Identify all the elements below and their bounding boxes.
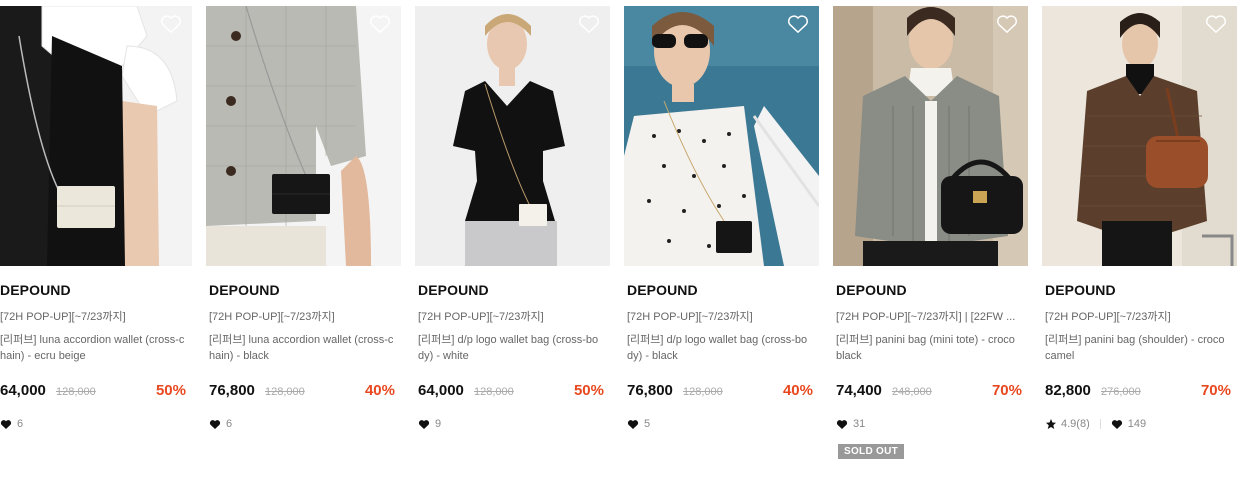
sale-price: 76,800 bbox=[627, 382, 673, 399]
original-price: 128,000 bbox=[56, 386, 96, 398]
product-name[interactable]: [리퍼브] d/p logo wallet bag (cross-body) -… bbox=[627, 332, 813, 364]
likes: 6 bbox=[0, 418, 23, 430]
rating-score: 4.9 bbox=[1061, 418, 1077, 430]
brand-name[interactable]: DEPOUND bbox=[836, 282, 907, 298]
sold-out-badge: SOLD OUT bbox=[838, 444, 905, 459]
original-price: 128,000 bbox=[683, 386, 723, 398]
likes: 31 bbox=[836, 418, 865, 430]
heart-outline-icon[interactable] bbox=[160, 14, 182, 34]
product-card[interactable]: DEPOUND [72H POP-UP][~7/23까지] [리퍼브] luna… bbox=[206, 6, 401, 476]
sale-price: 74,400 bbox=[836, 382, 882, 399]
brand-name[interactable]: DEPOUND bbox=[627, 282, 698, 298]
brand-name[interactable]: DEPOUND bbox=[209, 282, 280, 298]
brand-name[interactable]: DEPOUND bbox=[0, 282, 71, 298]
heart-outline-icon[interactable] bbox=[578, 14, 600, 34]
discount-rate: 50% bbox=[573, 382, 604, 399]
product-card[interactable]: DEPOUND [72H POP-UP][~7/23까지] [리퍼브] d/p … bbox=[624, 6, 819, 476]
discount-rate: 70% bbox=[1200, 382, 1231, 399]
product-card[interactable]: DEPOUND [72H POP-UP][~7/23까지] [리퍼브] d/p … bbox=[415, 6, 610, 476]
promo-text: [72H POP-UP][~7/23까지] bbox=[418, 311, 544, 323]
promo-text: [72H POP-UP][~7/23까지] bbox=[0, 311, 126, 323]
heart-filled-icon bbox=[418, 419, 430, 429]
likes: 4.9 (8) 149 bbox=[1045, 418, 1146, 430]
product-photo[interactable] bbox=[1042, 6, 1237, 266]
original-price: 128,000 bbox=[474, 386, 514, 398]
heart-filled-icon bbox=[627, 419, 639, 429]
discount-rate: 50% bbox=[155, 382, 186, 399]
likes-count: 5 bbox=[644, 418, 651, 430]
divider bbox=[1099, 419, 1101, 429]
promo-text: [72H POP-UP][~7/23까지] | [22FW ... bbox=[836, 311, 1016, 323]
product-grid: DEPOUND [72H POP-UP][~7/23까지] [리퍼브] luna… bbox=[0, 6, 1244, 488]
promo-text: [72H POP-UP][~7/23까지] bbox=[627, 311, 753, 323]
product-card[interactable]: DEPOUND [72H POP-UP][~7/23까지] [리퍼브] pani… bbox=[1042, 6, 1237, 476]
heart-outline-icon[interactable] bbox=[996, 14, 1018, 34]
product-card[interactable]: DEPOUND [72H POP-UP][~7/23까지] | [22FW ..… bbox=[833, 6, 1028, 476]
product-name[interactable]: [리퍼브] d/p logo wallet bag (cross-body) -… bbox=[418, 332, 604, 364]
star-icon bbox=[1046, 419, 1056, 429]
likes-count: 9 bbox=[435, 418, 442, 430]
product-photo[interactable] bbox=[833, 6, 1028, 266]
brand-name[interactable]: DEPOUND bbox=[1045, 282, 1116, 298]
rating: 4.9 (8) bbox=[1045, 418, 1090, 430]
brand-name[interactable]: DEPOUND bbox=[418, 282, 489, 298]
original-price: 128,000 bbox=[265, 386, 305, 398]
heart-filled-icon bbox=[1111, 419, 1122, 429]
promo-text: [72H POP-UP][~7/23까지] bbox=[209, 311, 335, 323]
product-name[interactable]: [리퍼브] luna accordion wallet (cross-chain… bbox=[0, 332, 186, 364]
likes-count: 31 bbox=[853, 418, 866, 430]
product-name[interactable]: [리퍼브] luna accordion wallet (cross-chain… bbox=[209, 332, 395, 364]
rating-count: (8) bbox=[1076, 418, 1090, 430]
product-name[interactable]: [리퍼브] panini bag (shoulder) - croco came… bbox=[1045, 332, 1231, 364]
discount-rate: 70% bbox=[991, 382, 1022, 399]
heart-filled-icon bbox=[836, 419, 848, 429]
discount-rate: 40% bbox=[782, 382, 813, 399]
heart-filled-icon bbox=[209, 419, 221, 429]
original-price: 276,000 bbox=[1101, 386, 1141, 398]
product-name[interactable]: [리퍼브] panini bag (mini tote) - croco bla… bbox=[836, 332, 1022, 364]
sale-price: 64,000 bbox=[418, 382, 464, 399]
likes-count: 6 bbox=[226, 418, 233, 430]
promo-text: [72H POP-UP][~7/23까지] bbox=[1045, 311, 1171, 323]
discount-rate: 40% bbox=[364, 382, 395, 399]
product-photo[interactable] bbox=[0, 6, 192, 266]
product-card[interactable]: DEPOUND [72H POP-UP][~7/23까지] [리퍼브] luna… bbox=[0, 6, 192, 476]
likes-count: 6 bbox=[17, 418, 24, 430]
sale-price: 82,800 bbox=[1045, 382, 1091, 399]
heart-outline-icon[interactable] bbox=[369, 14, 391, 34]
likes: 5 bbox=[627, 418, 650, 430]
product-photo[interactable] bbox=[206, 6, 401, 266]
product-photo[interactable] bbox=[415, 6, 610, 266]
original-price: 248,000 bbox=[892, 386, 932, 398]
sale-price: 76,800 bbox=[209, 382, 255, 399]
likes: 6 bbox=[209, 418, 232, 430]
heart-outline-icon[interactable] bbox=[1205, 14, 1227, 34]
likes-count: 149 bbox=[1127, 418, 1147, 430]
heart-filled-icon bbox=[0, 419, 12, 429]
product-photo[interactable] bbox=[624, 6, 819, 266]
heart-outline-icon[interactable] bbox=[787, 14, 809, 34]
likes: 9 bbox=[418, 418, 441, 430]
sale-price: 64,000 bbox=[0, 382, 46, 399]
